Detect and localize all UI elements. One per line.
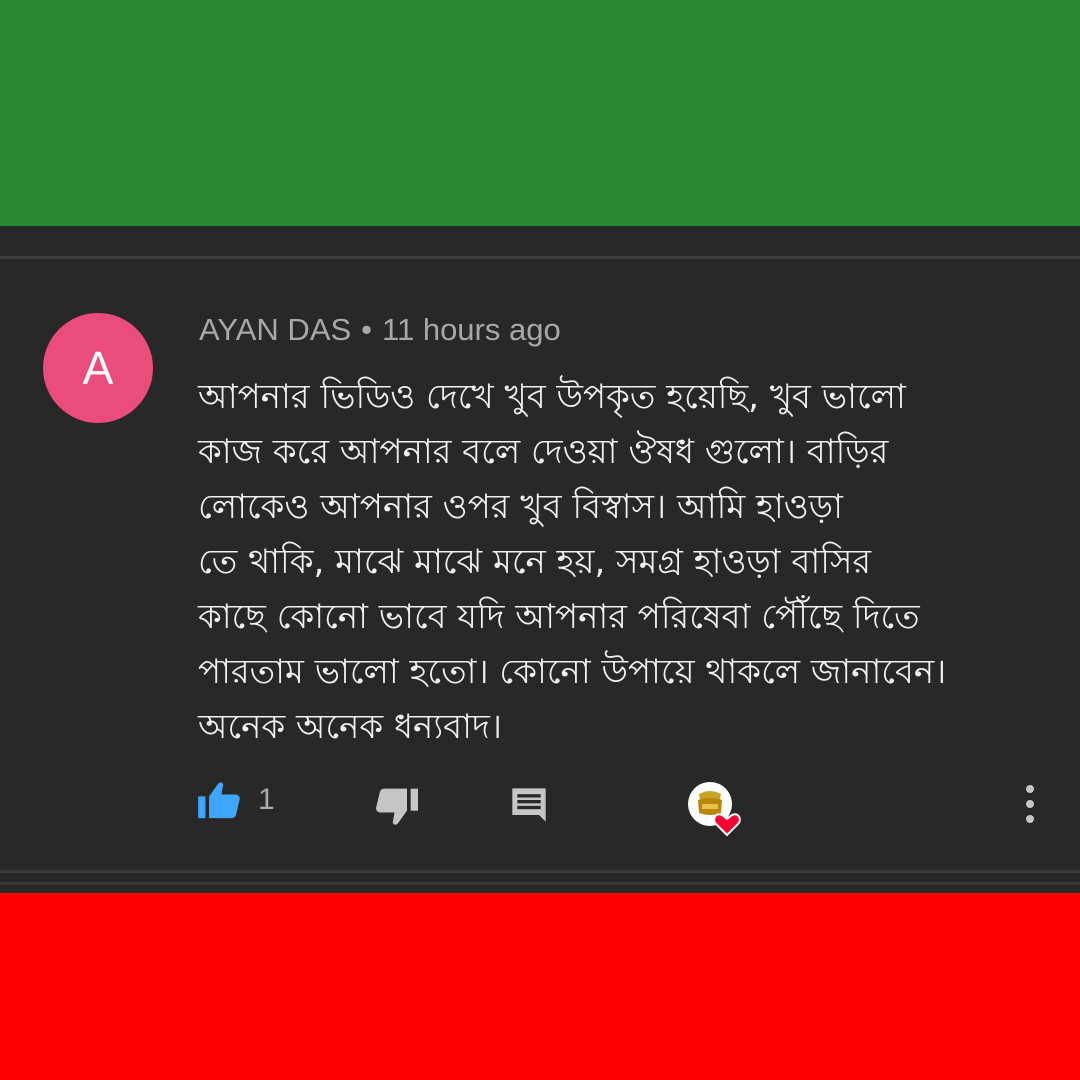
avatar[interactable]: A: [43, 313, 153, 423]
more-options-button[interactable]: [1018, 783, 1042, 825]
separator-dot: •: [361, 312, 373, 347]
comment-header: AYAN DAS • 11 hours ago: [199, 312, 561, 348]
divider: [0, 870, 1080, 873]
thumbs-down-icon: [376, 788, 418, 825]
comment-time[interactable]: 11 hours ago: [382, 312, 561, 347]
like-count: 1: [258, 783, 275, 816]
dislike-button[interactable]: [374, 786, 418, 828]
divider: [0, 882, 1080, 885]
creator-heart-icon: [688, 782, 741, 837]
top-color-band: [0, 0, 1080, 226]
bottom-color-band: [0, 893, 1080, 1080]
comment-text: আপনার ভিডিও দেখে খুব উপকৃত হয়েছি, খুব ভ…: [198, 377, 947, 747]
reply-button[interactable]: [509, 785, 549, 825]
thumbs-up-icon: [198, 782, 240, 819]
creator-heart[interactable]: [686, 780, 748, 838]
like-button[interactable]: [198, 780, 242, 820]
divider: [0, 256, 1080, 259]
author-name[interactable]: AYAN DAS: [199, 312, 351, 347]
more-vert-icon: [1026, 785, 1034, 823]
avatar-letter: A: [82, 342, 114, 394]
comment-icon: [512, 788, 546, 822]
